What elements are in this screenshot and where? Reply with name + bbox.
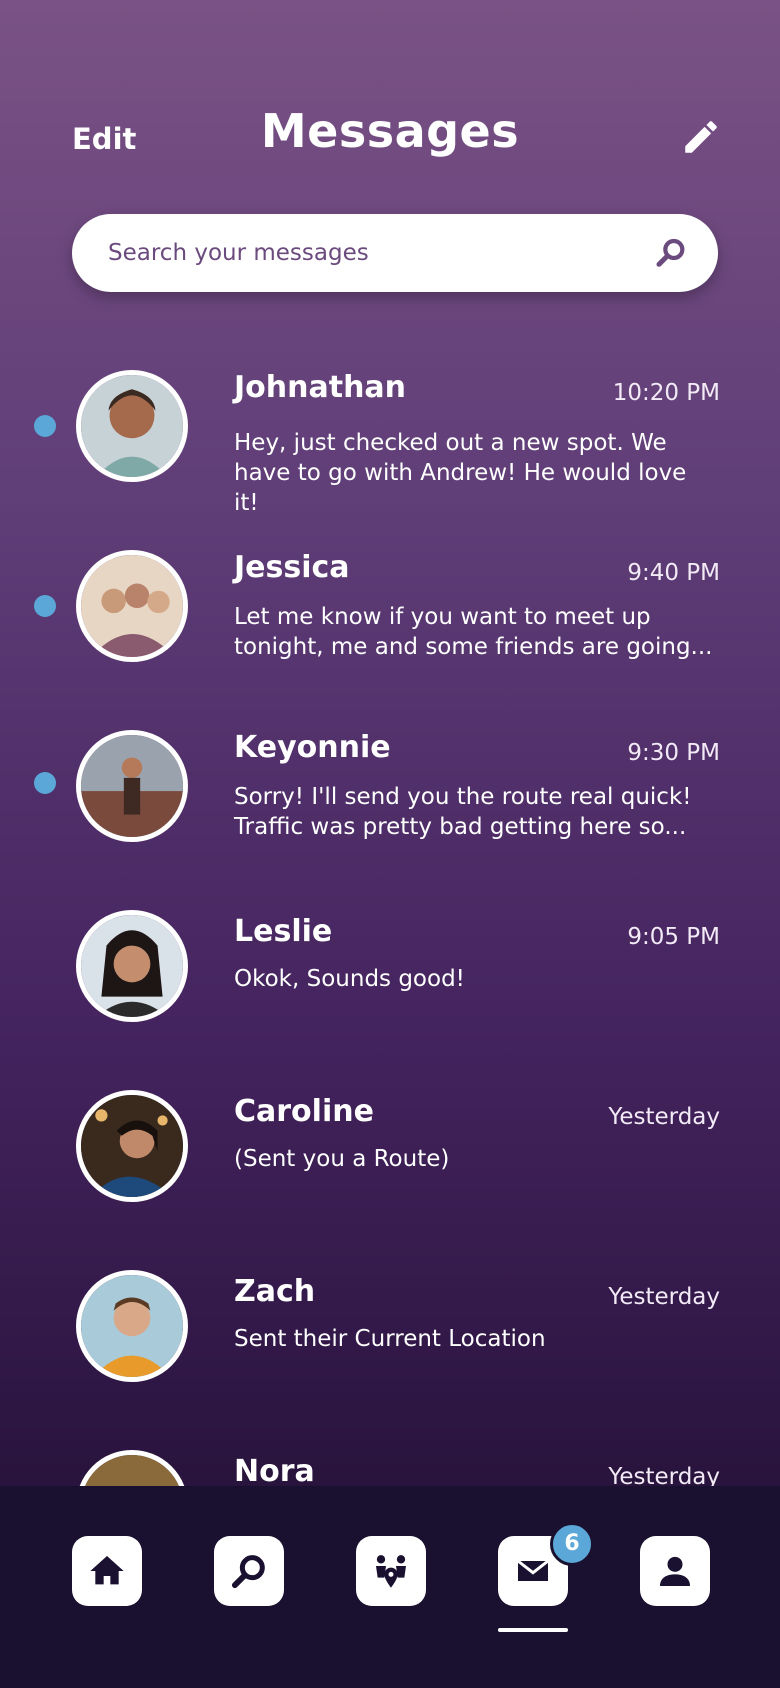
conversation-row[interactable]: Johnathan 10:20 PM Hey, just checked out… [0, 370, 780, 520]
message-time: 10:20 PM [612, 380, 720, 406]
search-bar[interactable]: Search your messages [72, 214, 718, 292]
search-input[interactable]: Search your messages [108, 240, 369, 266]
avatar [76, 910, 188, 1022]
conversation-row[interactable]: Keyonnie 9:30 PM Sorry! I'll send you th… [0, 730, 780, 880]
contact-name: Leslie [234, 914, 333, 949]
message-preview: (Sent you a Route) [234, 1146, 450, 1172]
avatar [76, 730, 188, 842]
search-icon [231, 1555, 265, 1589]
contact-name: Nora [234, 1454, 315, 1489]
conversation-row[interactable]: Zach Yesterday Sent their Current Locati… [0, 1270, 780, 1420]
message-preview: Hey, just checked out a new spot. We hav… [234, 430, 687, 516]
message-time: 9:40 PM [627, 560, 720, 586]
people-location-icon [376, 1555, 406, 1588]
contact-name: Keyonnie [234, 730, 391, 765]
conversation-row[interactable]: Leslie 9:05 PM Okok, Sounds good! [0, 910, 780, 1060]
mail-icon [517, 1559, 549, 1581]
contact-name: Caroline [234, 1094, 374, 1129]
tab-home[interactable] [72, 1536, 142, 1606]
search-icon[interactable] [654, 236, 688, 270]
compose-button[interactable] [680, 116, 722, 158]
avatar [76, 1090, 188, 1202]
unread-dot [34, 415, 56, 437]
home-icon [90, 1556, 124, 1585]
message-preview: Okok, Sounds good! [234, 966, 465, 992]
contact-name: Zach [234, 1274, 316, 1309]
message-time: Yesterday [608, 1104, 720, 1130]
contact-name: Jessica [234, 550, 350, 585]
pencil-icon [685, 121, 717, 153]
tab-profile[interactable] [640, 1536, 710, 1606]
page-title: Messages [260, 104, 520, 158]
message-time: Yesterday [608, 1284, 720, 1310]
avatar [76, 550, 188, 662]
message-preview: Sorry! I'll send you the route real quic… [234, 784, 692, 840]
active-tab-indicator [498, 1628, 568, 1632]
message-time: 9:05 PM [627, 924, 720, 950]
tab-search[interactable] [214, 1536, 284, 1606]
unread-dot [34, 772, 56, 794]
unread-count-badge: 6 [550, 1522, 594, 1566]
conversation-row[interactable]: Jessica 9:40 PM Let me know if you want … [0, 550, 780, 700]
message-time: 9:30 PM [627, 740, 720, 766]
avatar [76, 1270, 188, 1382]
tab-people[interactable] [356, 1536, 426, 1606]
contact-name: Johnathan [234, 370, 407, 405]
message-preview: Let me know if you want to meet up tonig… [234, 604, 713, 660]
avatar [76, 370, 188, 482]
message-preview: Sent their Current Location [234, 1326, 546, 1352]
profile-icon [660, 1556, 690, 1586]
unread-dot [34, 595, 56, 617]
conversation-row[interactable]: Caroline Yesterday (Sent you a Route) [0, 1090, 780, 1240]
tab-bar [0, 1486, 780, 1688]
